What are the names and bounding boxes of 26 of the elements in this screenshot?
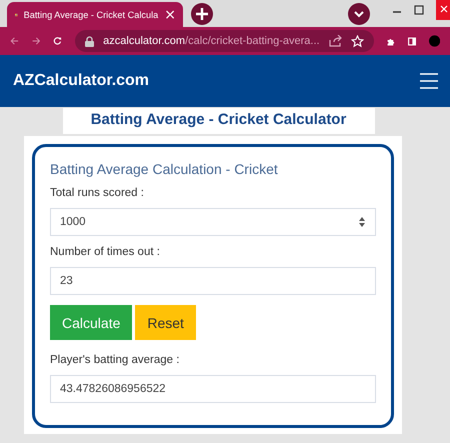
share-icon[interactable] — [328, 35, 342, 47]
input-field[interactable]: 23 — [50, 267, 376, 295]
url-text: azcalculator.com/calc/cricket-batting-avera... — [103, 35, 320, 47]
close-tab-button[interactable]: × — [164, 8, 176, 22]
menu-icon[interactable] — [420, 73, 438, 89]
side-panel-icon[interactable] — [408, 34, 416, 48]
number-input[interactable]: 1000 — [50, 208, 376, 236]
maximize-icon[interactable] — [414, 5, 424, 15]
field-label: Total runs scored : — [50, 187, 145, 199]
result-field[interactable]: 43.47826086956522 — [50, 375, 376, 403]
star-icon[interactable] — [350, 34, 364, 48]
new-tab-icon[interactable] — [191, 2, 213, 24]
lock-icon — [85, 36, 94, 46]
reset-button[interactable]: Reset — [135, 305, 196, 340]
field-label: Number of times out : — [50, 246, 161, 258]
spinner-icon[interactable] — [358, 216, 366, 228]
result-label: Player's batting average : — [50, 354, 180, 366]
browser-tab[interactable]: Batting Average - Cricket Calcula × — [7, 2, 183, 27]
close-icon[interactable] — [436, 0, 450, 20]
tab-title: Batting Average - Cricket Calcula — [24, 10, 158, 20]
site-logo[interactable]: AZCalculator.com — [13, 72, 150, 90]
page-title: Batting Average - Cricket Calculator — [62, 108, 374, 134]
input-value: 1000 — [60, 216, 86, 228]
chevron-down-icon[interactable] — [348, 2, 370, 24]
calculator-heading: Batting Average Calculation - Cricket — [50, 161, 279, 177]
address-bar[interactable]: azcalculator.com/calc/cricket-batting-avera... — [75, 30, 374, 52]
